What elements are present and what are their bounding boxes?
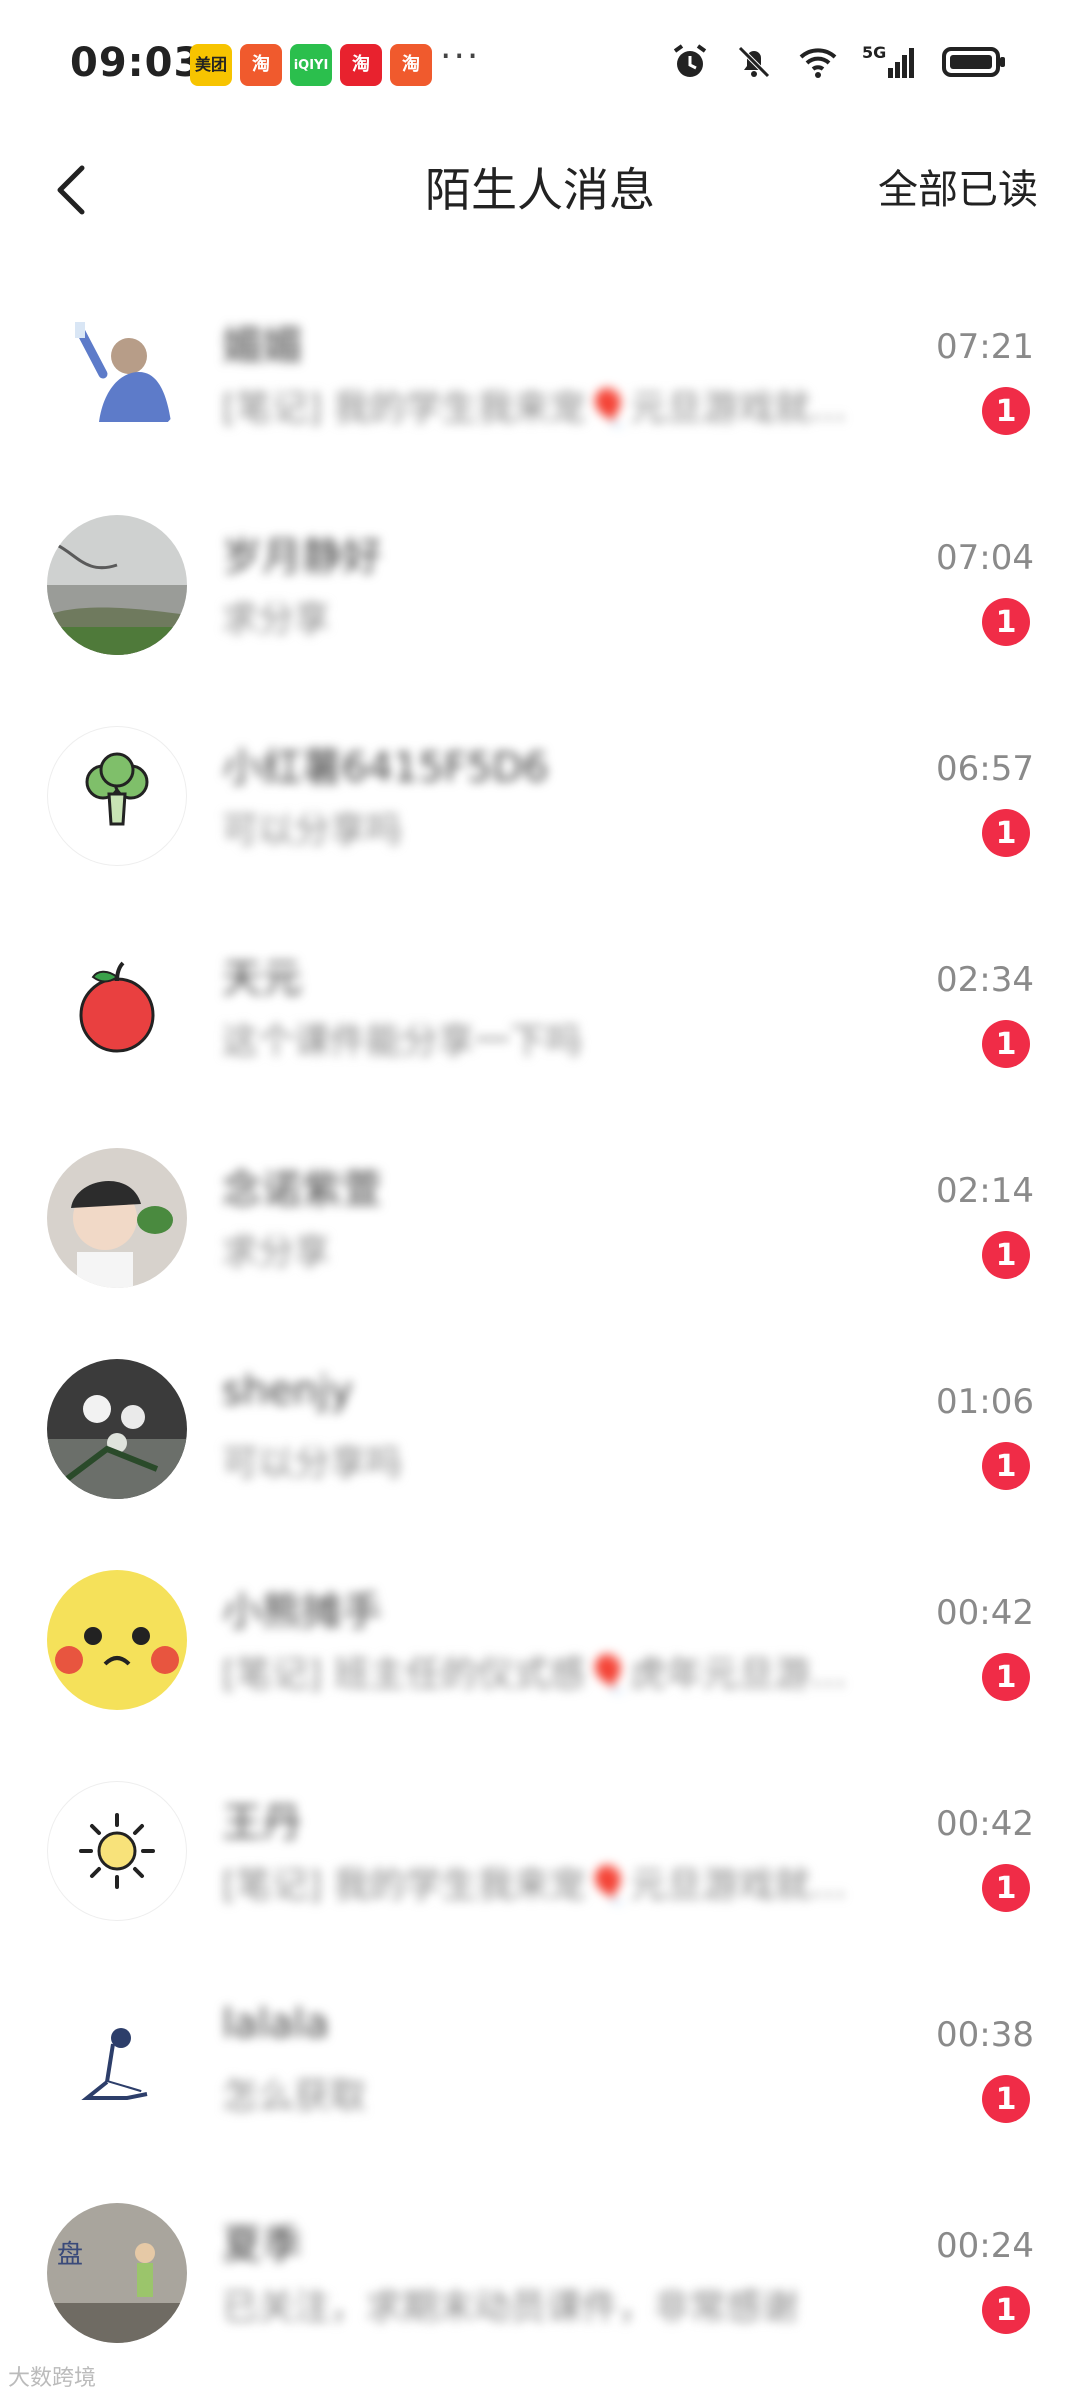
flower-photo-icon <box>47 1359 187 1499</box>
watermark: 大数跨境 <box>8 2366 97 2391</box>
mark-all-read-button[interactable]: 全部已读 <box>878 150 1038 230</box>
avatar[interactable] <box>47 1781 187 1921</box>
message-time: 00:24 <box>936 2226 1034 2266</box>
message-time: 00:38 <box>936 2015 1034 2055</box>
apple-icon <box>79 961 155 1053</box>
sender-name: 小红薯6415F5D6 <box>222 745 549 791</box>
message-preview: [笔记] 我的学生我来宠🎈元旦游戏就… <box>222 388 847 429</box>
nav-header: 陌生人消息 全部已读 <box>0 130 1080 250</box>
message-preview: 这个课件能分享一下吗 <box>222 1021 583 1062</box>
taobao-icon: 淘 <box>390 44 432 86</box>
notification-app-icons: 美团 淘 iQIYI 淘 淘 <box>190 44 432 86</box>
message-time: 02:14 <box>936 1171 1034 1211</box>
avatar[interactable] <box>47 937 187 1077</box>
unread-badge: 1 <box>982 1020 1030 1068</box>
avatar[interactable] <box>47 515 187 655</box>
unread-badge: 1 <box>982 1442 1030 1490</box>
avatar[interactable] <box>47 726 187 866</box>
system-status-icons: 5G <box>670 42 1008 82</box>
message-list: 媚媚 [笔记] 我的学生我来宠🎈元旦游戏就… 07:21 1 岁月静好 求分享 … <box>0 277 1080 2387</box>
unread-badge: 1 <box>982 2286 1030 2334</box>
sender-name: 念诺紫萱 <box>222 1167 382 1213</box>
landscape-photo-icon <box>47 515 187 655</box>
message-time: 06:57 <box>936 749 1034 789</box>
message-preview: 求分享 <box>222 599 331 640</box>
avatar[interactable] <box>47 1570 187 1710</box>
mute-bell-icon <box>738 46 770 78</box>
message-item[interactable]: 盘 夏季 已关注，求期末动员课件，非常感谢 00:24 1 <box>0 2176 1080 2387</box>
message-time: 07:21 <box>936 327 1034 367</box>
avatar[interactable] <box>47 1359 187 1499</box>
unread-badge: 1 <box>982 2075 1030 2123</box>
broccoli-icon <box>85 752 149 826</box>
sender-name: 媚媚 <box>222 323 302 369</box>
sender-name: 夏季 <box>222 2222 302 2268</box>
battery-icon <box>942 47 1005 77</box>
status-time: 09:03 <box>70 40 203 86</box>
message-preview: 可以分享吗 <box>222 1443 403 1484</box>
alarm-icon <box>673 44 707 77</box>
girl-illustration-icon <box>75 322 171 422</box>
unread-badge: 1 <box>982 1864 1030 1912</box>
svg-text:盘: 盘 <box>57 2240 83 2270</box>
status-bar: 09:03 美团 淘 iQIYI 淘 淘 ··· 5G <box>0 0 1080 130</box>
message-preview: [笔记] 班主任的仪式感🎈虎年元旦游… <box>222 1654 847 1695</box>
message-item[interactable]: 小熊摊手 [笔记] 班主任的仪式感🎈虎年元旦游… 00:42 1 <box>0 1543 1080 1754</box>
child-photo-icon <box>47 1148 187 1288</box>
message-time: 00:42 <box>936 1804 1034 1844</box>
message-preview: 已关注，求期末动员课件，非常感谢 <box>222 2287 799 2328</box>
sender-name: 王丹 <box>222 1800 302 1846</box>
message-item[interactable]: shenjy 可以分享吗 01:06 1 <box>0 1332 1080 1543</box>
avatar[interactable] <box>47 304 187 444</box>
message-time: 01:06 <box>936 1382 1034 1422</box>
unread-badge: 1 <box>982 387 1030 435</box>
sender-name: 岁月静好 <box>222 534 382 580</box>
avatar[interactable]: 盘 <box>47 2203 187 2343</box>
message-time: 07:04 <box>936 538 1034 578</box>
taobao-icon: 淘 <box>340 44 382 86</box>
message-item[interactable]: 王丹 [笔记] 我的学生我来宠🎈元旦游戏就… 00:42 1 <box>0 1754 1080 1965</box>
message-item[interactable]: 媚媚 [笔记] 我的学生我来宠🎈元旦游戏就… 07:21 1 <box>0 277 1080 488</box>
meituan-icon: 美团 <box>190 44 232 86</box>
unread-badge: 1 <box>982 1653 1030 1701</box>
message-time: 02:34 <box>936 960 1034 1000</box>
child-at-stone-photo-icon: 盘 <box>47 2203 187 2343</box>
more-notifications-icon: ··· <box>440 36 481 77</box>
iqiyi-icon: iQIYI <box>290 44 332 86</box>
message-item[interactable]: 天元 这个课件能分享一下吗 02:34 1 <box>0 910 1080 1121</box>
message-preview: 怎么获取 <box>222 2076 367 2117</box>
message-item[interactable]: 岁月静好 求分享 07:04 1 <box>0 488 1080 699</box>
taobao-icon: 淘 <box>240 44 282 86</box>
message-preview: [笔记] 我的学生我来宠🎈元旦游戏就… <box>222 1865 847 1906</box>
sender-name: shenjy <box>222 1368 353 1414</box>
svg-text:5G: 5G <box>862 43 886 62</box>
sender-name: lalala <box>222 2001 329 2047</box>
message-item[interactable]: lalala 怎么获取 00:38 1 <box>0 1965 1080 2176</box>
message-preview: 求分享 <box>222 1232 331 1273</box>
avatar[interactable] <box>47 1992 187 2132</box>
message-preview: 可以分享吗 <box>222 810 403 851</box>
avatar[interactable] <box>47 1148 187 1288</box>
sender-name: 天元 <box>222 956 302 1002</box>
sun-icon <box>79 1813 155 1889</box>
wifi-icon <box>799 48 837 78</box>
sitting-girl-illustration-icon <box>81 2028 148 2100</box>
unread-badge: 1 <box>982 809 1030 857</box>
message-item[interactable]: 念诺紫萱 求分享 02:14 1 <box>0 1121 1080 1332</box>
signal-5g-icon: 5G <box>862 43 914 78</box>
message-time: 00:42 <box>936 1593 1034 1633</box>
pikachu-face-icon <box>47 1570 187 1710</box>
sender-name: 小熊摊手 <box>222 1589 382 1635</box>
message-item[interactable]: 小红薯6415F5D6 可以分享吗 06:57 1 <box>0 699 1080 910</box>
unread-badge: 1 <box>982 598 1030 646</box>
unread-badge: 1 <box>982 1231 1030 1279</box>
